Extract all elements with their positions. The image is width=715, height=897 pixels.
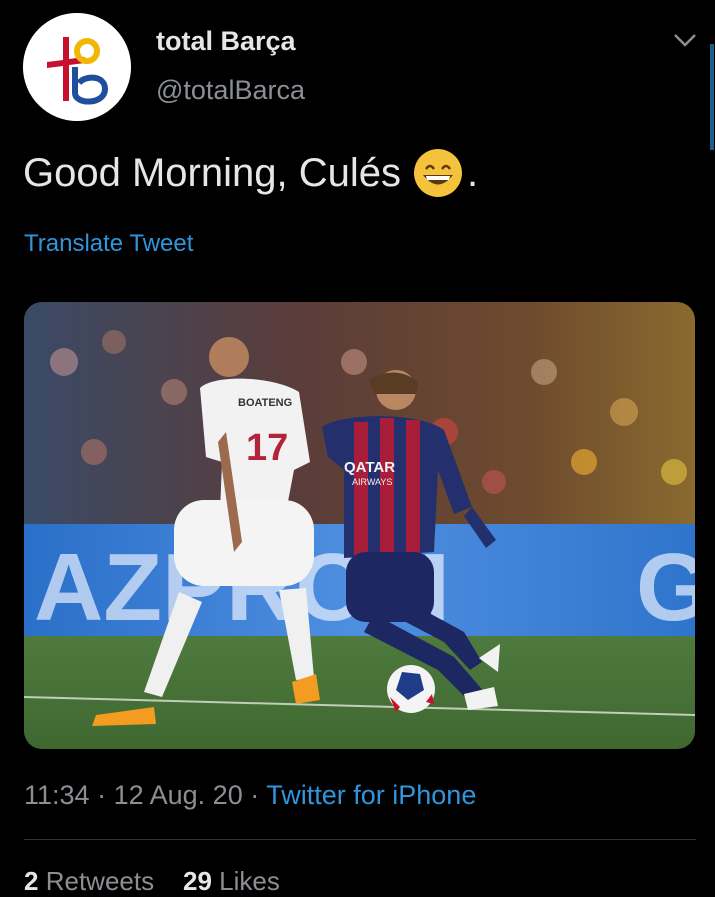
tweet-photo[interactable]: AZPROM G 17 BOATENG QATAR AIRWAYS — [24, 302, 695, 749]
tweet-meta: 11:34 · 12 Aug. 20 · Twitter for iPhone — [24, 780, 476, 811]
jersey-number: 17 — [246, 427, 288, 469]
divider — [24, 839, 696, 840]
grinning-face-emoji-icon — [413, 148, 463, 198]
tweet-stats: 2 Retweets 29 Likes — [24, 866, 280, 897]
retweets-label[interactable]: Retweets — [46, 866, 154, 896]
tweet-time: 11:34 — [24, 780, 90, 810]
translate-tweet-link[interactable]: Translate Tweet — [24, 230, 193, 258]
meta-separator: · — [97, 780, 107, 810]
chevron-down-icon[interactable] — [672, 30, 698, 50]
sponsor-line-1: QATAR — [344, 459, 395, 476]
avatar[interactable] — [23, 13, 131, 121]
likes-label[interactable]: Likes — [219, 866, 280, 896]
ad-board-text-right: G — [636, 534, 695, 641]
scrollbar[interactable] — [710, 44, 714, 150]
tweet-text-body: Good Morning, Culés — [23, 150, 401, 195]
jersey-name: BOATENG — [238, 397, 292, 409]
author-handle[interactable]: @totalBarca — [156, 75, 305, 106]
tweet-date: 12 Aug. 20 — [113, 780, 243, 810]
total-barca-logo — [23, 13, 131, 121]
retweets-count[interactable]: 2 — [24, 866, 38, 896]
author-display-name[interactable]: total Barça — [156, 26, 296, 57]
football-match-photo: AZPROM G 17 BOATENG QATAR AIRWAYS — [24, 302, 695, 749]
football — [387, 665, 435, 713]
tweet-text: Good Morning, Culés . — [23, 148, 478, 198]
tweet-text-suffix: . — [466, 150, 479, 195]
tweet-source-link[interactable]: Twitter for iPhone — [266, 780, 476, 810]
meta-separator: · — [250, 780, 260, 810]
sponsor-line-2: AIRWAYS — [352, 477, 392, 487]
likes-count[interactable]: 29 — [183, 866, 212, 896]
